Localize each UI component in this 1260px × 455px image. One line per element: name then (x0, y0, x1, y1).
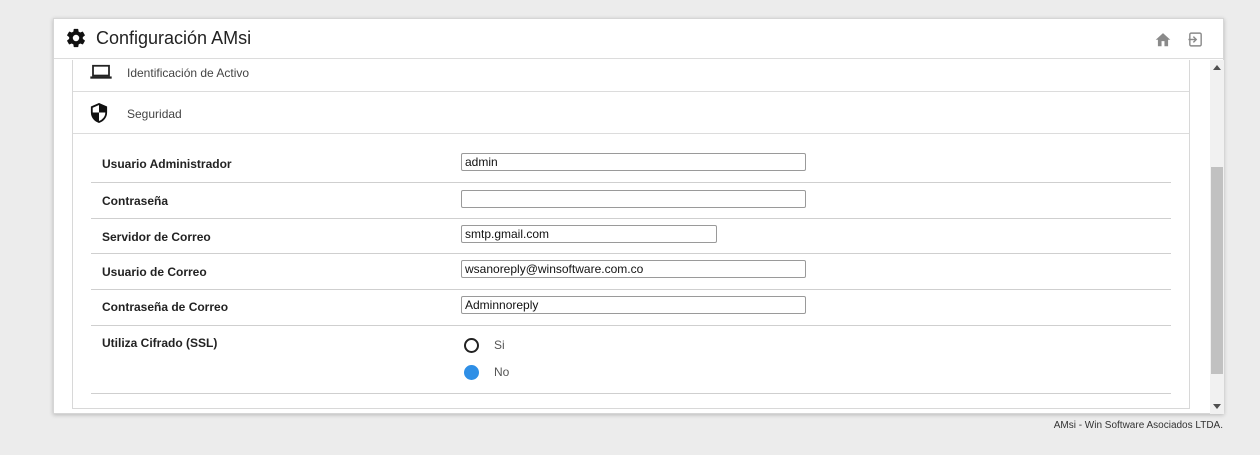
ssl-radio-si[interactable] (464, 338, 479, 353)
shield-icon (90, 103, 108, 123)
page-title: Configuración AMsi (96, 28, 252, 48)
gear-icon (67, 28, 85, 48)
mail-server-label: Servidor de Correo (102, 230, 211, 244)
password-label: Contraseña (102, 194, 169, 208)
form-row-ssl: Utiliza Cifrado (SSL) Si No (91, 326, 1171, 394)
ssl-radio-no[interactable] (464, 365, 479, 380)
ssl-option-no-label[interactable]: No (494, 365, 509, 379)
section-label-identificacion: Identificación de Activo (127, 66, 250, 80)
admin-user-label: Usuario Administrador (102, 157, 232, 171)
mail-user-label: Usuario de Correo (102, 265, 207, 279)
form-row-password: Contraseña (91, 183, 1171, 219)
form-row-mail-password: Contraseña de Correo (91, 290, 1171, 326)
vertical-scrollbar[interactable] (1210, 60, 1224, 414)
config-content: Identificación de Activo Seguridad Usuar… (72, 60, 1190, 409)
scroll-up-arrow-icon[interactable] (1213, 65, 1221, 70)
mail-server-input[interactable] (461, 225, 717, 243)
ssl-option-si-label[interactable]: Si (494, 338, 505, 352)
scroll-down-arrow-icon[interactable] (1213, 404, 1221, 409)
mail-user-input[interactable] (461, 260, 806, 278)
home-icon[interactable] (1154, 31, 1172, 47)
ssl-label: Utiliza Cifrado (SSL) (102, 336, 218, 350)
scroll-thumb[interactable] (1211, 167, 1223, 374)
mail-password-label: Contraseña de Correo (102, 300, 229, 314)
config-window: Configuración AMsi Identificación de Act… (53, 18, 1224, 414)
mail-password-input[interactable] (461, 296, 806, 314)
title-bar: Configuración AMsi (54, 19, 1223, 59)
exit-icon[interactable] (1187, 31, 1204, 48)
form-row-mail-server: Servidor de Correo (91, 219, 1171, 254)
admin-user-input[interactable] (461, 153, 806, 171)
password-input[interactable] (461, 190, 806, 208)
footer-text: AMsi - Win Software Asociados LTDA. (1053, 420, 1223, 431)
section-label-seguridad: Seguridad (127, 107, 182, 121)
section-identificacion[interactable]: Identificación de Activo (73, 60, 1189, 92)
form-row-mail-user: Usuario de Correo (91, 254, 1171, 290)
form-row-admin-user: Usuario Administrador (91, 142, 1171, 183)
section-seguridad[interactable]: Seguridad (73, 93, 1189, 134)
laptop-icon (90, 64, 112, 79)
